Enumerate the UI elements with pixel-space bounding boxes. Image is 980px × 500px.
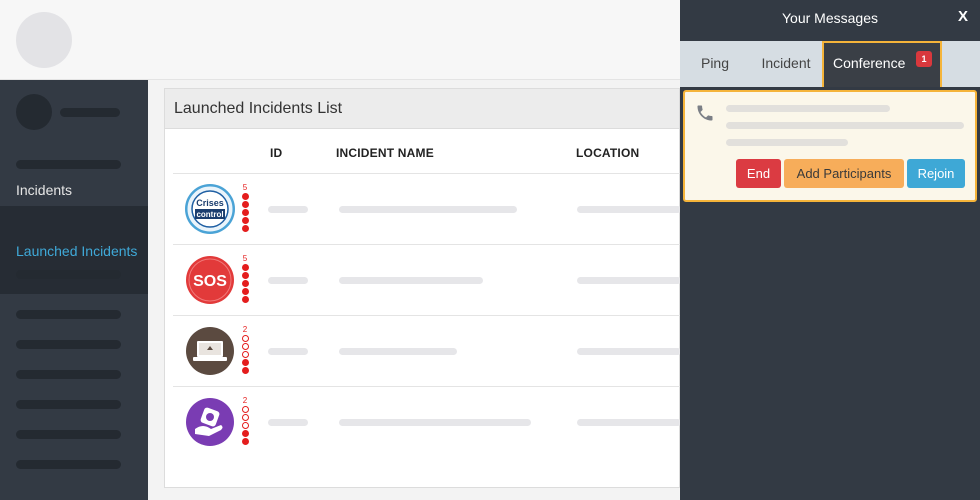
panel-title: Launched Incidents List — [165, 89, 679, 129]
message-placeholder — [726, 122, 964, 129]
severity-level: 5 — [241, 184, 249, 232]
message-placeholder — [726, 139, 848, 146]
end-button[interactable]: End — [736, 159, 781, 188]
user-avatar[interactable] — [16, 94, 52, 130]
location-placeholder — [577, 419, 681, 426]
id-placeholder — [268, 419, 308, 426]
sidebar-placeholder[interactable] — [16, 310, 121, 319]
rejoin-button[interactable]: Rejoin — [907, 159, 965, 188]
severity-level: 2 — [241, 326, 249, 374]
location-placeholder — [577, 206, 681, 213]
sidebar-placeholder[interactable] — [16, 370, 121, 379]
name-placeholder — [339, 206, 517, 213]
severity-level: 2 — [241, 397, 249, 445]
table-row[interactable]: 2 — [173, 386, 681, 457]
sidebar-placeholder[interactable] — [16, 460, 121, 469]
drawer-title: Your Messages — [782, 10, 878, 26]
name-placeholder — [339, 419, 531, 426]
table-row[interactable]: Crises control 5 — [173, 173, 681, 244]
user-name-placeholder — [60, 108, 120, 117]
sidebar-placeholder — [16, 160, 121, 169]
phone-icon — [697, 105, 713, 121]
sidebar: Incidents Launched Incidents — [0, 80, 148, 500]
sidebar-placeholder — [16, 270, 121, 279]
tab-conference[interactable]: Conference 1 — [822, 41, 942, 87]
table-row[interactable]: 2 — [173, 315, 681, 386]
id-placeholder — [268, 277, 308, 284]
location-placeholder — [577, 277, 681, 284]
sidebar-placeholder[interactable] — [16, 400, 121, 409]
laptop-icon — [185, 326, 235, 376]
id-placeholder — [268, 206, 308, 213]
column-header-id[interactable]: ID — [270, 146, 282, 160]
id-placeholder — [268, 348, 308, 355]
logo-placeholder — [16, 12, 72, 68]
close-button[interactable]: X — [958, 8, 968, 25]
severity-level: 5 — [241, 255, 249, 303]
sidebar-placeholder[interactable] — [16, 430, 121, 439]
name-placeholder — [339, 277, 483, 284]
tab-incident[interactable]: Incident — [750, 41, 822, 87]
sidebar-item-launched-incidents[interactable]: Launched Incidents — [16, 243, 137, 259]
conference-message-card[interactable]: End Add Participants Rejoin — [683, 90, 977, 202]
message-tabs: Ping Incident Conference 1 — [680, 41, 980, 87]
sos-icon: SOS — [185, 255, 235, 305]
tab-ping[interactable]: Ping — [680, 41, 750, 87]
svg-text:control: control — [196, 210, 223, 219]
tab-conference-label: Conference — [833, 55, 906, 71]
column-header-incident-name[interactable]: INCIDENT NAME — [336, 146, 434, 160]
messages-drawer: Your Messages X Ping Incident Conference… — [680, 0, 980, 500]
top-header — [0, 0, 680, 80]
svg-text:Crises: Crises — [196, 198, 224, 208]
sidebar-placeholder[interactable] — [16, 340, 121, 349]
crises-control-icon: Crises control — [185, 184, 235, 234]
svg-text:SOS: SOS — [193, 273, 227, 290]
hand-shield-icon — [185, 397, 235, 447]
name-placeholder — [339, 348, 457, 355]
launched-incidents-panel: Launched Incidents List ID INCIDENT NAME… — [164, 88, 681, 488]
message-placeholder — [726, 105, 890, 112]
table-row[interactable]: SOS 5 — [173, 244, 681, 315]
location-placeholder — [577, 348, 681, 355]
notification-badge: 1 — [916, 51, 932, 67]
column-header-location[interactable]: LOCATION — [576, 146, 639, 160]
sidebar-item-incidents[interactable]: Incidents — [16, 182, 72, 198]
add-participants-button[interactable]: Add Participants — [784, 159, 904, 188]
sidebar-item-launched-incidents-container[interactable]: Launched Incidents — [0, 206, 148, 294]
